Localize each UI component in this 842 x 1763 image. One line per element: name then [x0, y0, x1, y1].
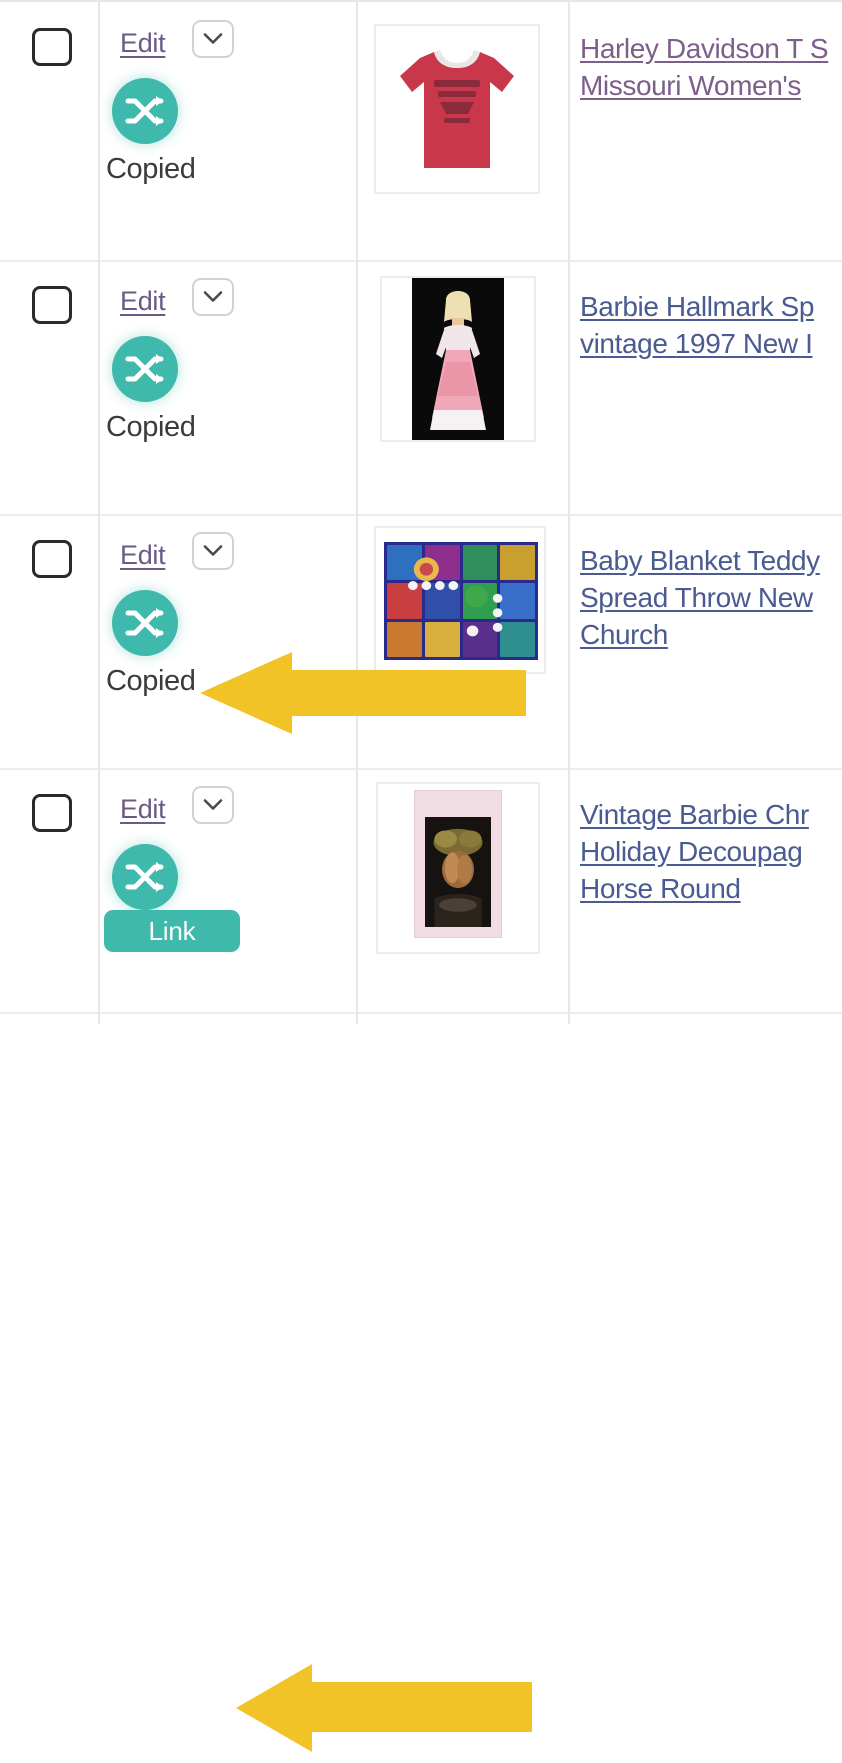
table-row: Edit Copied — [0, 262, 842, 734]
shuffle-icon[interactable] — [112, 336, 178, 402]
edit-link[interactable]: Edit — [120, 542, 166, 569]
row-title-cell: Vintage Barbie Chr Holiday Decoupag Hors… — [568, 770, 842, 1012]
shuffle-icon[interactable] — [112, 590, 178, 656]
table-row: Edit Link Vintage Barbie Chr Holiday Dec… — [0, 770, 842, 1752]
shuffle-icon[interactable] — [112, 78, 178, 144]
actions-dropdown-button[interactable] — [192, 532, 234, 570]
title-line[interactable]: Horse Round — [580, 870, 842, 907]
listings-table: Edit Copied Harley Davidson T S Missouri… — [0, 0, 842, 1752]
title-line[interactable]: Holiday Decoupag — [580, 833, 842, 870]
row-actions-cell: Edit Link — [98, 770, 356, 1012]
table-row: Edit Copied — [0, 4, 842, 262]
title-line[interactable]: Church — [580, 616, 842, 653]
row-photo-cell — [356, 516, 568, 768]
status-label: Copied — [106, 153, 196, 185]
actions-dropdown-button[interactable] — [192, 20, 234, 58]
listing-title-link[interactable]: Vintage Barbie Chr Holiday Decoupag Hors… — [580, 796, 842, 907]
product-thumbnail[interactable] — [374, 24, 540, 194]
tshirt-image — [400, 50, 514, 168]
actions-dropdown-button[interactable] — [192, 786, 234, 824]
status-badge[interactable]: Link — [104, 910, 240, 952]
row-checkbox[interactable] — [32, 286, 72, 324]
row-select-cell — [0, 516, 98, 768]
title-line[interactable]: Barbie Hallmark Sp — [580, 288, 842, 325]
title-line[interactable]: Harley Davidson T S — [580, 30, 842, 67]
shuffle-icon[interactable] — [112, 844, 178, 910]
row-checkbox[interactable] — [32, 794, 72, 832]
edit-link[interactable]: Edit — [120, 30, 166, 57]
row-title-cell: Barbie Hallmark Sp vintage 1997 New I — [568, 262, 842, 514]
row-title-cell: Baby Blanket Teddy Spread Throw New Chur… — [568, 516, 842, 768]
product-thumbnail[interactable] — [380, 276, 536, 442]
row-title-cell: Harley Davidson T S Missouri Women's — [568, 4, 842, 260]
row-photo-cell — [356, 262, 568, 514]
doll-image — [412, 278, 504, 440]
title-line[interactable]: vintage 1997 New I — [580, 325, 842, 362]
blanket-image — [384, 542, 538, 660]
table-row: Edit Copied — [0, 516, 842, 770]
row-photo-cell — [356, 4, 568, 260]
status-label: Copied — [106, 665, 196, 697]
listing-title-link[interactable]: Baby Blanket Teddy Spread Throw New Chur… — [580, 542, 842, 653]
row-select-cell — [0, 770, 98, 1012]
actions-dropdown-button[interactable] — [192, 278, 234, 316]
row-photo-cell — [356, 770, 568, 1012]
status-label: Copied — [106, 411, 196, 443]
title-line[interactable]: Baby Blanket Teddy — [580, 542, 842, 579]
row-select-cell — [0, 262, 98, 514]
edit-link[interactable]: Edit — [120, 796, 166, 823]
title-line[interactable]: Missouri Women's — [580, 67, 842, 104]
title-line[interactable]: Vintage Barbie Chr — [580, 796, 842, 833]
row-actions-cell: Edit Copied — [98, 262, 356, 514]
row-select-cell — [0, 4, 98, 260]
listing-title-link[interactable]: Barbie Hallmark Sp vintage 1997 New I — [580, 288, 842, 362]
table-row-tail — [0, 1014, 842, 1026]
title-line[interactable]: Spread Throw New — [580, 579, 842, 616]
product-thumbnail[interactable] — [374, 526, 546, 674]
ornament-package-image — [414, 790, 502, 938]
product-thumbnail[interactable] — [376, 782, 540, 954]
row-checkbox[interactable] — [32, 540, 72, 578]
row-actions-cell: Edit Copied — [98, 4, 356, 260]
edit-link[interactable]: Edit — [120, 288, 166, 315]
listing-title-link[interactable]: Harley Davidson T S Missouri Women's — [580, 30, 842, 104]
annotation-arrow — [232, 1658, 532, 1758]
row-actions-cell: Edit Copied — [98, 516, 356, 768]
row-checkbox[interactable] — [32, 28, 72, 66]
